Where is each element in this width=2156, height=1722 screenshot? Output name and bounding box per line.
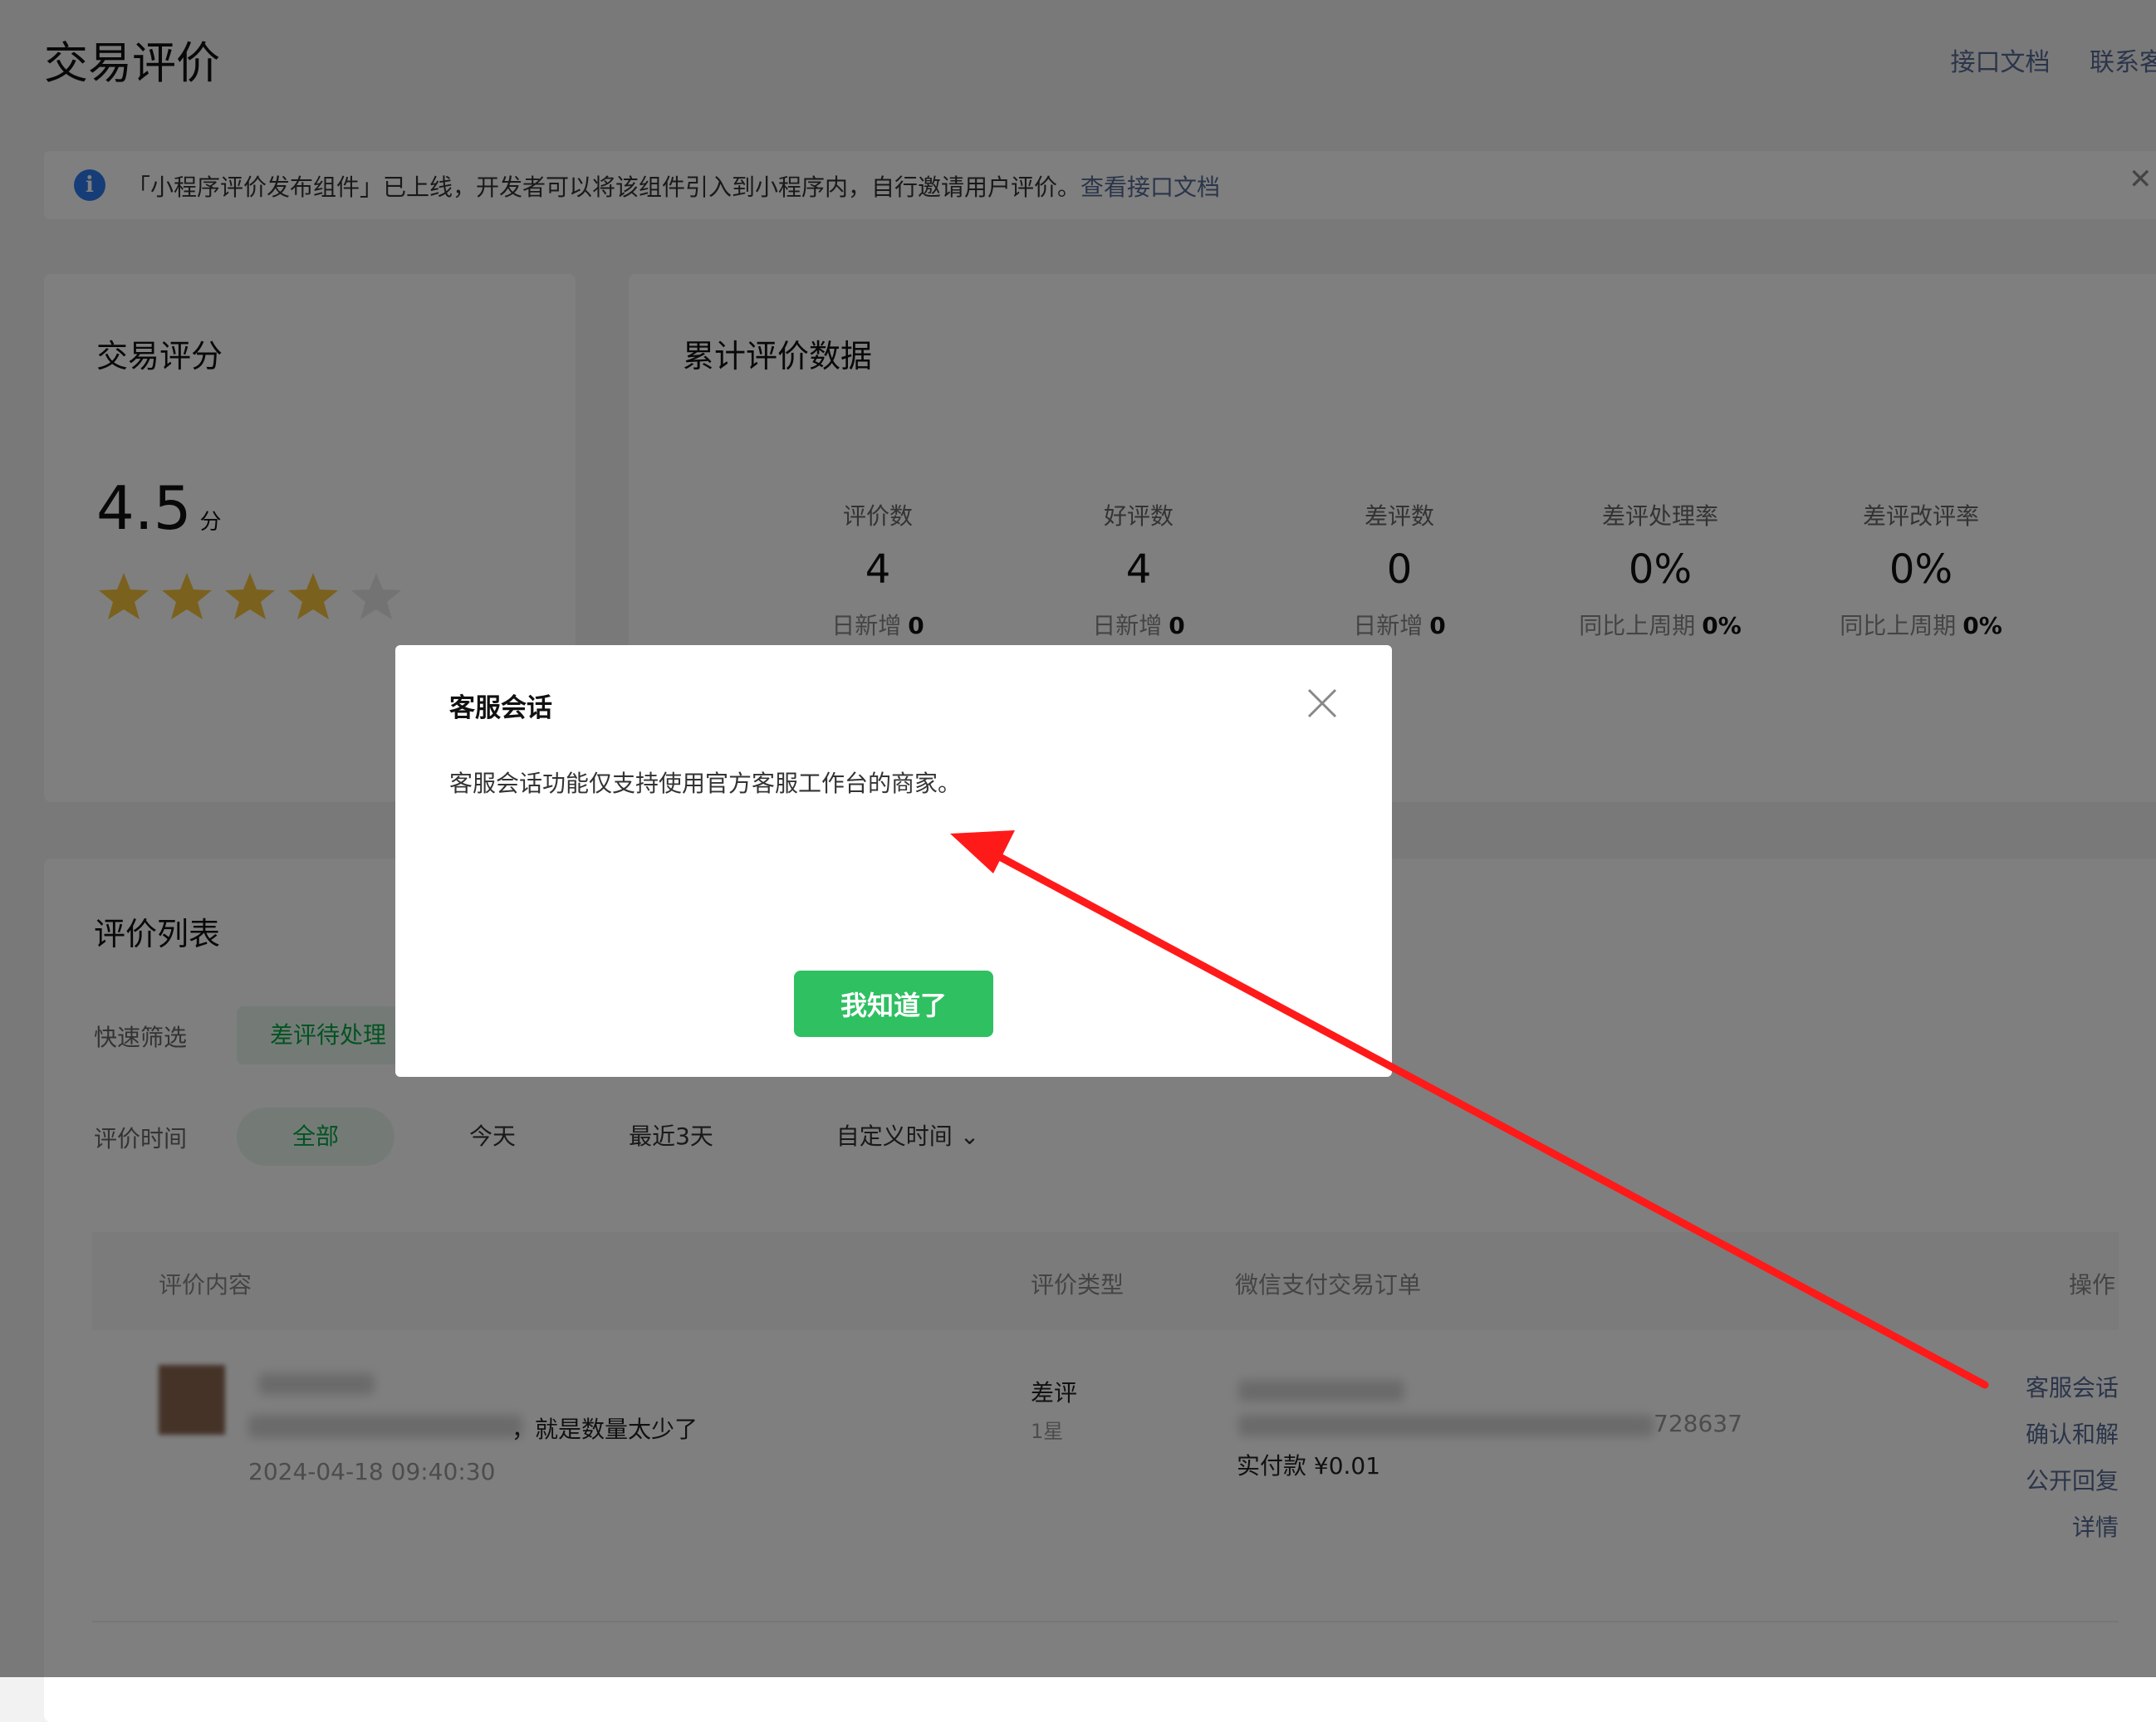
arrow-head [950, 830, 1015, 873]
annotation-arrow [950, 830, 1989, 1389]
arrow-shaft [992, 851, 1989, 1389]
